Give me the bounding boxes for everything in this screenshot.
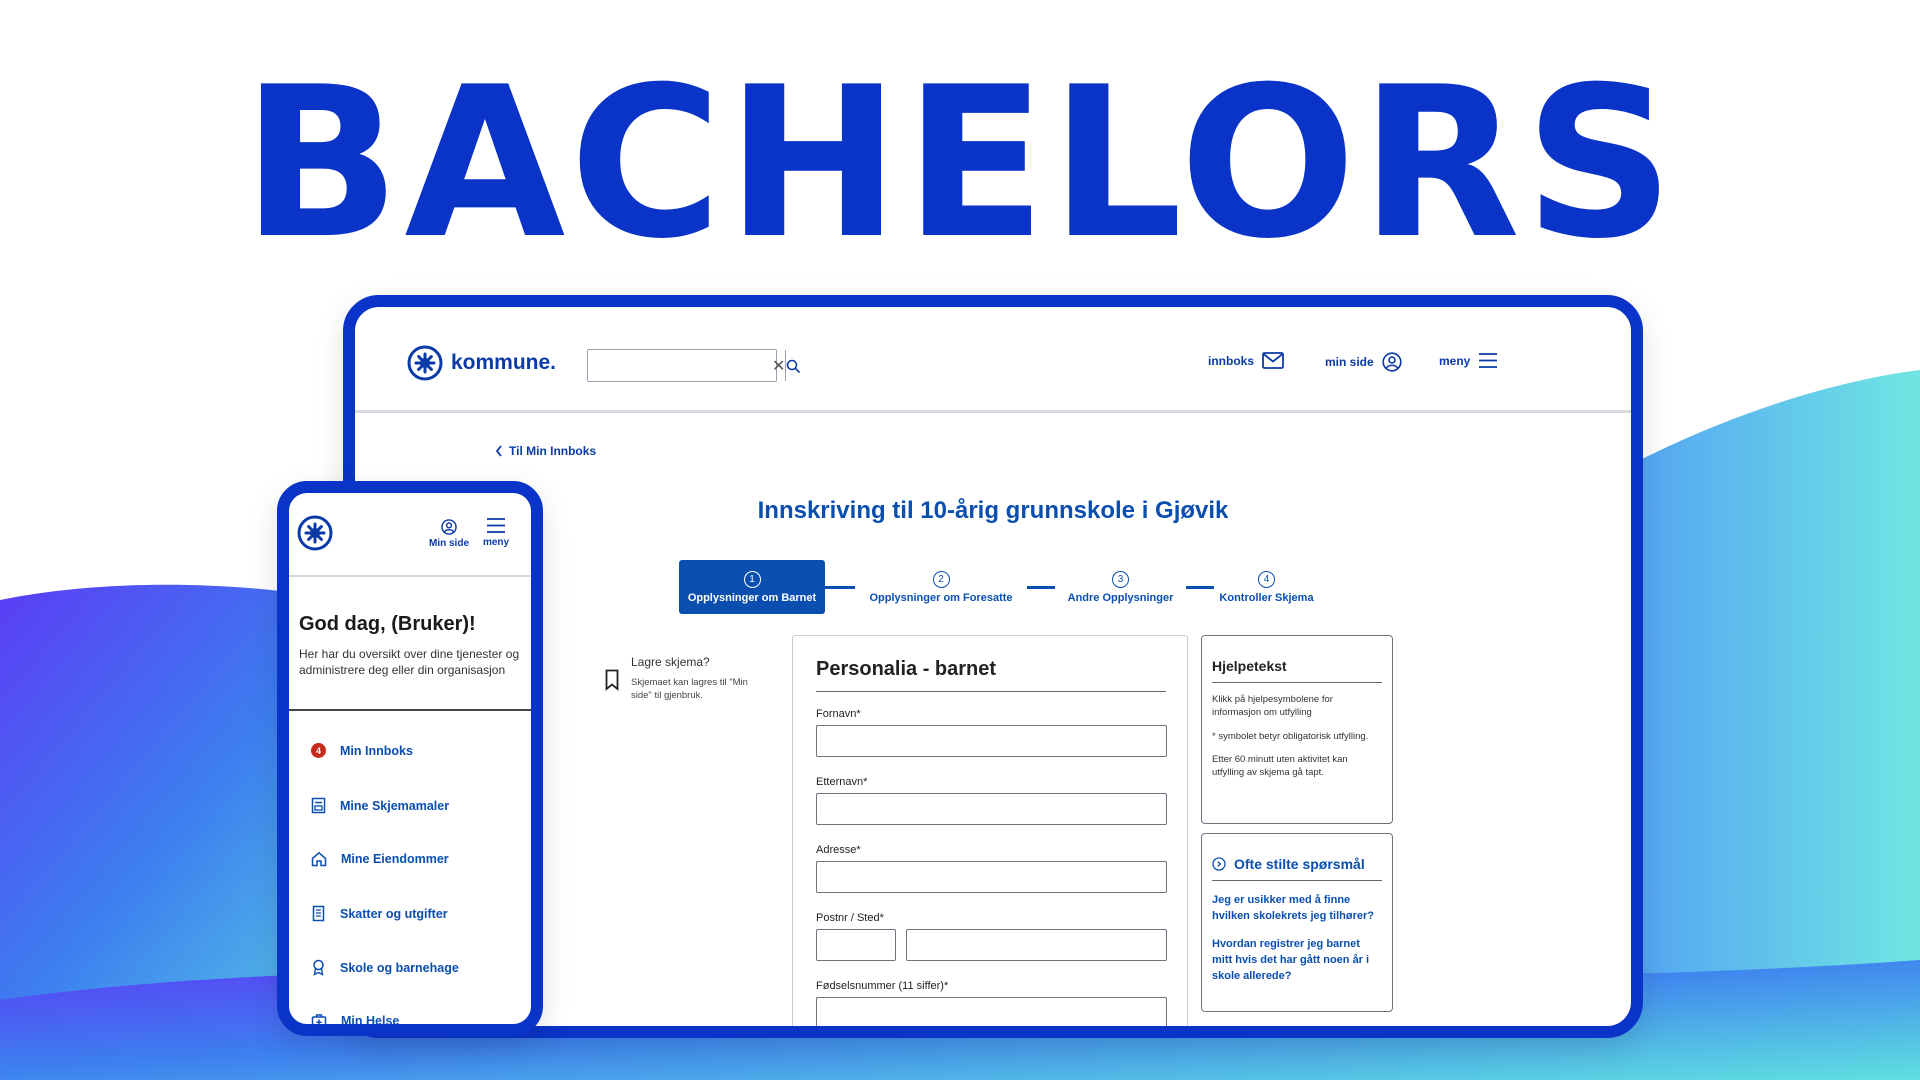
hamburger-icon — [1479, 353, 1498, 368]
step-4[interactable]: 4 Kontroller Skjema — [1214, 560, 1319, 614]
save-title: Lagre skjema? — [631, 655, 710, 669]
mail-icon — [1262, 352, 1284, 369]
last-name-label: Etternavn* — [816, 776, 868, 788]
section-divider — [289, 709, 531, 711]
step-number: 4 — [1258, 570, 1275, 588]
greeting-section: God dag, (Bruker)! Her har du oversikt o… — [299, 613, 524, 678]
ssn-field[interactable] — [816, 997, 1167, 1026]
nav-my-page[interactable]: min side — [1325, 352, 1402, 372]
receipt-icon — [312, 905, 325, 922]
search-icon — [787, 359, 801, 373]
form-template-icon — [311, 797, 326, 814]
chevron-left-icon — [495, 445, 502, 457]
menu-item-form-templates[interactable]: Mine Skjemamaler — [311, 797, 449, 814]
school-badge-icon — [313, 959, 324, 976]
page-title: Innskriving til 10-årig grunnskole i Gjø… — [757, 497, 1229, 524]
ssn-label: Fødselsnummer (11 siffer)* — [816, 980, 949, 992]
menu-item-label: Skatter og utgifter — [340, 906, 448, 921]
greeting-title: God dag, (Bruker)! — [299, 613, 476, 635]
step-label: Kontroller Skjema — [1219, 591, 1314, 604]
faq-header[interactable]: Ofte stilte spørsmål — [1212, 856, 1382, 881]
address-label: Adresse* — [816, 844, 861, 856]
search-button[interactable] — [785, 350, 801, 381]
save-form-prompt[interactable]: Lagre skjema? Skjemaet kan lagres til "M… — [605, 655, 765, 703]
kommune-emblem-icon — [407, 345, 443, 381]
back-link[interactable]: Til Min Innboks — [495, 444, 596, 458]
step-3[interactable]: 3 Andre Opplysninger — [1055, 560, 1186, 614]
faq-panel: Ofte stilte spørsmål Jeg er usikker med … — [1201, 833, 1393, 1012]
step-label: Opplysninger om Foresatte — [869, 591, 1013, 604]
address-field[interactable] — [816, 861, 1167, 893]
step-connector — [1027, 586, 1055, 589]
nav-inbox[interactable]: innboks — [1208, 352, 1284, 369]
user-icon — [441, 519, 457, 535]
first-name-label: Fornavn* — [816, 708, 861, 720]
logo-text: kommune. — [451, 351, 557, 374]
hamburger-icon — [487, 518, 505, 533]
back-link-label: Til Min Innboks — [509, 444, 597, 458]
site-logo[interactable]: kommune. — [407, 345, 556, 381]
step-number: 3 — [1112, 570, 1129, 588]
form-title: Personalia - barnet — [816, 658, 1166, 692]
step-label: Opplysninger om Barnet — [687, 591, 817, 604]
faq-title: Ofte stilte spørsmål — [1234, 856, 1365, 872]
help-line: Klikk på hjelpesymbolene for informasjon… — [1212, 694, 1333, 719]
nav-my-page-label: min side — [1325, 355, 1374, 369]
desktop-header: kommune. ✕ innboks min side meny — [355, 307, 1631, 413]
bookmark-icon — [605, 669, 619, 691]
help-line: * symbolet betyr obligatorisk utfylling. — [1212, 730, 1369, 742]
step-number: 1 — [743, 570, 761, 588]
mobile-my-page-label: Min side — [429, 538, 470, 549]
step-label: Andre Opplysninger — [1067, 591, 1174, 604]
help-title: Hjelpetekst — [1212, 658, 1382, 683]
chevron-circle-right-icon — [1212, 857, 1226, 871]
nav-inbox-label: innboks — [1208, 353, 1255, 368]
form-stepper: 1 Opplysninger om Barnet 2 Opplysninger … — [679, 560, 1319, 616]
mobile-nav-menu[interactable]: meny — [481, 517, 511, 548]
postal-place-field[interactable] — [906, 929, 1167, 961]
step-connector — [825, 586, 855, 589]
nav-menu-label: meny — [1439, 353, 1471, 368]
last-name-field[interactable] — [816, 793, 1167, 825]
help-text-panel: Hjelpetekst Klikk på hjelpesymbolene for… — [1201, 635, 1393, 824]
step-2[interactable]: 2 Opplysninger om Foresatte — [855, 560, 1027, 614]
faq-question-link[interactable]: Hvordan registrer jeg barnet mitt hvis d… — [1212, 937, 1382, 985]
mobile-mockup: Min side meny God dag, (Bruker)! Her har… — [277, 481, 543, 1036]
greeting-description: Her har du oversikt over dine tjenester … — [299, 647, 520, 678]
menu-item-label: Mine Skjemamaler — [340, 798, 450, 813]
menu-item-properties[interactable]: Mine Eiendommer — [311, 851, 449, 867]
search-input[interactable] — [588, 350, 772, 381]
postal-code-field[interactable] — [816, 929, 896, 961]
mobile-header: Min side meny — [289, 493, 531, 577]
step-number: 2 — [932, 570, 950, 588]
help-line: Etter 60 minutt uten aktivitet kan utfyl… — [1212, 753, 1348, 779]
menu-item-taxes[interactable]: Skatter og utgifter — [311, 905, 448, 922]
close-icon[interactable]: ✕ — [772, 350, 785, 381]
hero-title: BACHELORS — [241, 43, 1679, 285]
menu-item-inbox[interactable]: 4 Min Innboks — [311, 743, 413, 758]
menu-item-school[interactable]: Skole og barnehage — [311, 959, 459, 976]
mobile-nav-my-page[interactable]: Min side — [429, 519, 469, 549]
kommune-emblem-icon[interactable] — [297, 515, 333, 551]
menu-item-label: Mine Eiendommer — [341, 852, 449, 866]
nav-menu[interactable]: meny — [1439, 352, 1498, 369]
menu-item-label: Min Innboks — [340, 743, 413, 758]
user-icon — [1382, 352, 1402, 372]
step-1[interactable]: 1 Opplysninger om Barnet — [679, 560, 825, 614]
faq-question-link[interactable]: Jeg er usikker med å finne hvilken skole… — [1212, 893, 1382, 925]
personalia-form: Personalia - barnet Fornavn* Etternavn* … — [792, 635, 1188, 1026]
mobile-menu-label: meny — [482, 537, 510, 548]
step-connector — [1186, 586, 1214, 589]
postal-label: Postnr / Sted* — [816, 912, 884, 924]
menu-item-label: Skole og barnehage — [340, 960, 459, 975]
search-bar: ✕ — [587, 349, 801, 382]
inbox-badge-icon: 4 — [311, 743, 326, 758]
menu-item-health[interactable]: Min Helse — [311, 1013, 400, 1028]
health-kit-icon — [311, 1014, 327, 1024]
save-description: Skjemaet kan lagres til "Min side" til g… — [631, 677, 748, 701]
menu-item-label: Min Helse — [341, 1014, 400, 1028]
house-icon — [311, 851, 327, 867]
first-name-field[interactable] — [816, 725, 1167, 757]
